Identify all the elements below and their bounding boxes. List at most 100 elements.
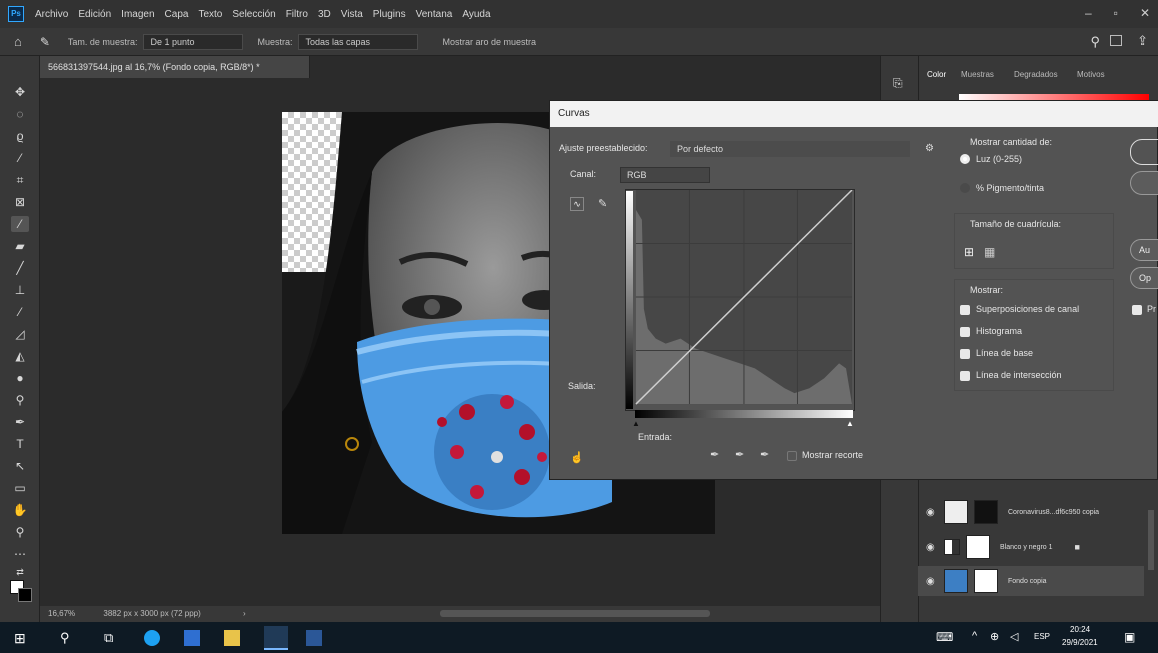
tab-muestras[interactable]: Muestras xyxy=(961,70,994,79)
task-view-icon[interactable]: ⧉ xyxy=(104,630,120,646)
white-point-slider-icon[interactable]: ▲ xyxy=(846,419,854,428)
menu-3d[interactable]: 3D xyxy=(313,9,336,20)
layer-row[interactable]: ◉ Blanco y negro 1 ■ xyxy=(918,532,1148,562)
sample-ring-checkbox[interactable]: Mostrar aro de muestra xyxy=(442,37,536,47)
path-select-icon[interactable]: ↖ xyxy=(11,458,29,474)
home-icon[interactable]: ⌂ xyxy=(14,34,22,49)
healing-brush-icon[interactable]: ▰ xyxy=(11,238,29,254)
menu-archivo[interactable]: Archivo xyxy=(30,9,73,20)
ok-button[interactable] xyxy=(1130,139,1158,165)
visibility-eye-icon[interactable]: ◉ xyxy=(926,542,938,553)
swap-colors-icon[interactable]: ⇄ xyxy=(11,564,29,580)
document-tab[interactable]: 566831397544.jpg al 16,7% (Fondo copia, … xyxy=(40,56,310,78)
menu-seleccion[interactable]: Selección xyxy=(227,9,280,20)
windows-start-icon[interactable]: ⊞ xyxy=(14,630,30,646)
word-taskbar-icon[interactable] xyxy=(306,630,322,646)
clock-date[interactable]: 29/9/2021 xyxy=(1062,638,1098,647)
preset-select[interactable]: Por defecto xyxy=(670,141,910,157)
menu-edicion[interactable]: Edición xyxy=(73,9,116,20)
pencil-tool-icon[interactable]: ✎ xyxy=(598,197,607,210)
target-adjust-icon[interactable]: ☝ xyxy=(570,451,584,464)
hand-tool-icon[interactable]: ✋ xyxy=(11,502,29,518)
menu-imagen[interactable]: Imagen xyxy=(116,9,159,20)
maximize-icon[interactable]: ▫ xyxy=(1114,6,1118,20)
mail-icon[interactable] xyxy=(184,630,200,646)
history-panel-icon[interactable]: ⎘ xyxy=(893,76,903,91)
close-icon[interactable]: ✕ xyxy=(1140,6,1150,20)
menu-ventana[interactable]: Ventana xyxy=(411,9,458,20)
channel-select[interactable]: RGB xyxy=(620,167,710,183)
black-point-slider-icon[interactable]: ▲ xyxy=(632,419,640,428)
menu-texto[interactable]: Texto xyxy=(193,9,227,20)
paint-bucket-icon[interactable]: ◭ xyxy=(11,348,29,364)
photoshop-taskbar-icon[interactable] xyxy=(264,626,288,650)
light-radio[interactable] xyxy=(960,154,970,164)
workspace-icon[interactable] xyxy=(1110,35,1122,46)
keyboard-icon[interactable]: ⌨ xyxy=(936,630,953,646)
intersection-line-checkbox[interactable] xyxy=(960,371,970,381)
type-tool-icon[interactable]: T xyxy=(11,436,29,452)
history-brush-icon[interactable]: ⁄ xyxy=(11,304,29,320)
layer-row-selected[interactable]: ◉ Fondo copia xyxy=(918,566,1144,596)
lasso-tool-icon[interactable]: ϱ xyxy=(11,128,29,144)
search-icon[interactable]: ⚲ xyxy=(1090,34,1100,50)
language-indicator[interactable]: ESP xyxy=(1034,632,1050,641)
frame-tool-icon[interactable]: ⊠ xyxy=(11,194,29,210)
grid-simple-icon[interactable]: ⊞ xyxy=(964,245,974,259)
status-arrow-icon[interactable]: › xyxy=(243,609,246,618)
quick-select-tool-icon[interactable]: ⁄ xyxy=(11,150,29,166)
more-tools-icon[interactable]: ⋯ xyxy=(11,546,29,562)
curve-points-tool-icon[interactable]: ∿ xyxy=(570,197,584,211)
curves-graph[interactable] xyxy=(625,189,855,411)
store-icon[interactable] xyxy=(224,630,240,646)
move-tool-icon[interactable]: ✥ xyxy=(11,84,29,100)
tab-color[interactable]: Color xyxy=(927,70,946,79)
share-icon[interactable]: ⇪ xyxy=(1137,33,1148,49)
horizontal-scrollbar[interactable] xyxy=(440,610,710,617)
tab-degradados[interactable]: Degradados xyxy=(1014,70,1058,79)
baseline-checkbox[interactable] xyxy=(960,349,970,359)
grid-detailed-icon[interactable]: ▦ xyxy=(984,245,995,259)
white-eyedropper-icon[interactable]: ✒ xyxy=(760,448,769,461)
gray-eyedropper-icon[interactable]: ✒ xyxy=(735,448,744,461)
eraser-tool-icon[interactable]: ◿ xyxy=(11,326,29,342)
eyedropper-tool-icon[interactable]: ✎ xyxy=(40,35,50,49)
zoom-tool-icon[interactable]: ⚲ xyxy=(11,524,29,540)
visibility-eye-icon[interactable]: ◉ xyxy=(926,507,938,518)
volume-icon[interactable]: ◁ xyxy=(1010,630,1026,646)
cancel-button[interactable] xyxy=(1130,171,1158,195)
layer-row[interactable]: ◉ Coronavirus8...df6c950 copia xyxy=(918,497,1148,527)
eyedropper-icon[interactable]: ⁄ xyxy=(11,216,29,232)
preview-checkbox[interactable] xyxy=(1132,305,1142,315)
sample-size-select[interactable]: De 1 punto xyxy=(143,33,244,50)
rectangle-tool-icon[interactable]: ▭ xyxy=(11,480,29,496)
dodge-tool-icon[interactable]: ⚲ xyxy=(11,392,29,408)
channel-overlays-checkbox[interactable] xyxy=(960,305,970,315)
menu-ayuda[interactable]: Ayuda xyxy=(457,9,495,20)
notifications-icon[interactable]: ▣ xyxy=(1124,630,1140,646)
menu-capa[interactable]: Capa xyxy=(160,9,194,20)
tray-chevron-icon[interactable]: ^ xyxy=(972,630,988,646)
clone-stamp-icon[interactable]: ⊥ xyxy=(11,282,29,298)
marquee-tool-icon[interactable]: ◌ xyxy=(11,106,29,122)
black-eyedropper-icon[interactable]: ✒ xyxy=(710,448,719,461)
menu-vista[interactable]: Vista xyxy=(336,9,368,20)
tab-motivos[interactable]: Motivos xyxy=(1077,70,1105,79)
blur-tool-icon[interactable]: ● xyxy=(11,370,29,386)
search-icon[interactable]: ⚲ xyxy=(60,630,76,646)
visibility-eye-icon[interactable]: ◉ xyxy=(926,576,938,587)
pen-tool-icon[interactable]: ✒ xyxy=(11,414,29,430)
options-button[interactable]: Op xyxy=(1130,267,1158,289)
sample-select[interactable]: Todas las capas xyxy=(298,33,419,50)
crop-tool-icon[interactable]: ⌗ xyxy=(11,172,29,188)
menu-filtro[interactable]: Filtro xyxy=(281,9,313,20)
edge-browser-icon[interactable] xyxy=(144,630,160,646)
show-clipping-checkbox[interactable] xyxy=(787,451,797,461)
menu-plugins[interactable]: Plugins xyxy=(368,9,411,20)
pigment-radio[interactable] xyxy=(960,183,970,193)
layers-scrollbar[interactable] xyxy=(1148,510,1154,570)
auto-button[interactable]: Au xyxy=(1130,239,1158,261)
minimize-icon[interactable]: – xyxy=(1085,6,1092,20)
histogram-checkbox[interactable] xyxy=(960,327,970,337)
clock-time[interactable]: 20:24 xyxy=(1070,625,1090,634)
